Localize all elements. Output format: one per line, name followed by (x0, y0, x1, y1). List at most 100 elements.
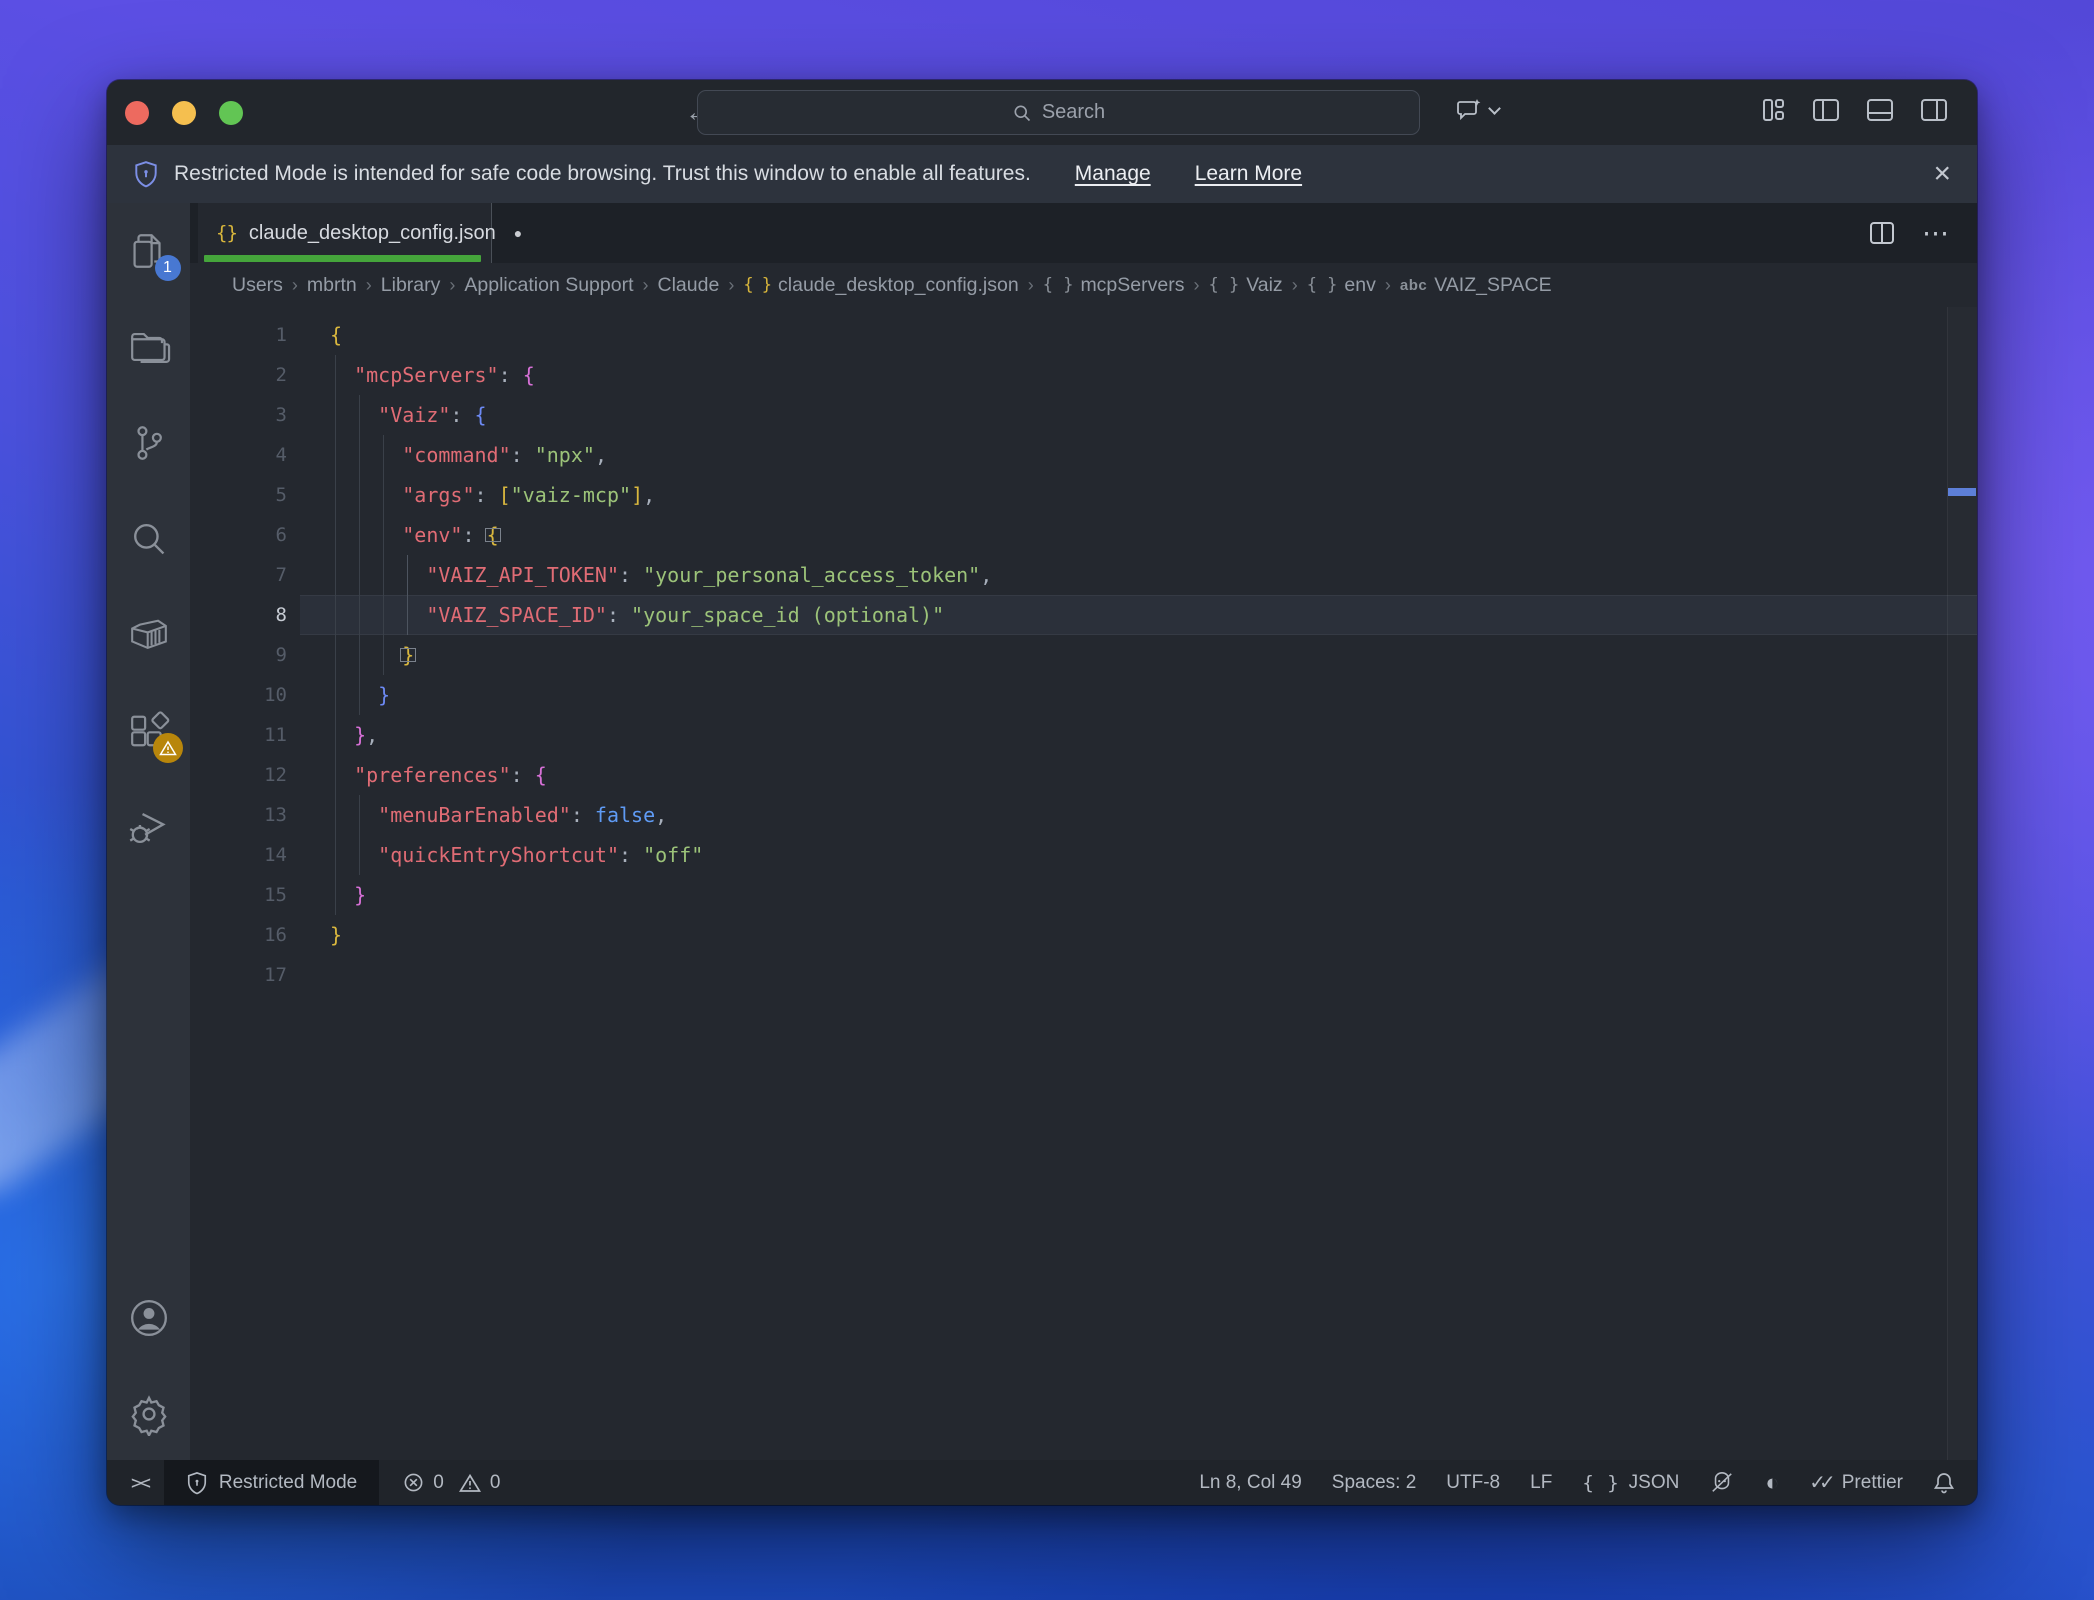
breadcrumb-item[interactable]: abcVAIZ_SPACE (1400, 274, 1552, 297)
breadcrumb-item[interactable]: Claude (658, 274, 720, 297)
eol-status[interactable]: LF (1530, 1472, 1552, 1494)
breadcrumb-separator: › (366, 275, 372, 296)
minimize-window-button[interactable] (172, 101, 196, 125)
line-number[interactable]: 7 (190, 555, 287, 595)
sidebar-item-folder[interactable] (123, 321, 175, 373)
code-line[interactable]: 2 "mcpServers": { (190, 355, 1977, 395)
line-number[interactable]: 9 (190, 635, 287, 675)
search-input[interactable]: Search (697, 90, 1420, 135)
sidebar-item-source-control[interactable] (123, 417, 175, 469)
manage-link[interactable]: Manage (1075, 162, 1151, 186)
breadcrumb-separator: › (1028, 275, 1034, 296)
language-mode-status[interactable]: { } JSON (1582, 1472, 1679, 1494)
sidebar-item-run-debug[interactable] (123, 801, 175, 853)
sidebar-item-containers[interactable] (123, 609, 175, 661)
line-number[interactable]: 13 (190, 795, 287, 835)
sidebar-item-search[interactable] (123, 513, 175, 565)
code-line[interactable]: 9 } (190, 635, 1977, 675)
problems-status[interactable]: 0 0 (379, 1472, 500, 1494)
editor[interactable]: 1{2 "mcpServers": {3 "Vaiz": {4 "command… (190, 307, 1977, 1460)
line-number[interactable]: 6 (190, 515, 287, 555)
object-symbol-icon: { } (1043, 275, 1074, 295)
breadcrumb-item[interactable]: Library (381, 274, 441, 297)
line-number[interactable]: 10 (190, 675, 287, 715)
encoding-status[interactable]: UTF-8 (1446, 1472, 1500, 1494)
folder-icon (127, 327, 171, 367)
overview-cursor-mark (1948, 488, 1976, 496)
code-line[interactable]: 14 "quickEntryShortcut": "off" (190, 835, 1977, 875)
code-line[interactable]: 8 "VAIZ_SPACE_ID": "your_space_id (optio… (190, 595, 1977, 635)
restricted-mode-status[interactable]: Restricted Mode (164, 1460, 379, 1505)
sidebar-item-account[interactable] (123, 1292, 175, 1344)
customize-layout-icon[interactable] (1759, 96, 1787, 124)
object-symbol-icon: { } (1208, 275, 1239, 295)
code-text: } (330, 915, 342, 955)
breadcrumb-separator: › (728, 275, 734, 296)
line-number[interactable]: 14 (190, 835, 287, 875)
code-line[interactable]: 12 "preferences": { (190, 755, 1977, 795)
code-line[interactable]: 1{ (190, 315, 1977, 355)
sidebar-item-explorer[interactable]: 1 (123, 225, 175, 277)
code-line[interactable]: 13 "menuBarEnabled": false, (190, 795, 1977, 835)
json-file-icon: {} (216, 222, 237, 244)
indentation-status[interactable]: Spaces: 2 (1332, 1472, 1417, 1494)
account-icon (127, 1296, 171, 1340)
close-window-button[interactable] (125, 101, 149, 125)
line-number[interactable]: 3 (190, 395, 287, 435)
code-line[interactable]: 4 "command": "npx", (190, 435, 1977, 475)
breadcrumb-item[interactable]: mbrtn (307, 274, 357, 297)
code-line[interactable]: 10 } (190, 675, 1977, 715)
cursor-position-status[interactable]: Ln 8, Col 49 (1199, 1472, 1301, 1494)
remote-indicator-icon[interactable]: >< (129, 1472, 164, 1494)
notifications-bell-icon[interactable] (1933, 1471, 1955, 1495)
line-number[interactable]: 4 (190, 435, 287, 475)
breadcrumb-label: Users (232, 274, 283, 297)
learn-more-link[interactable]: Learn More (1195, 162, 1302, 186)
sidebar-item-settings[interactable] (123, 1388, 175, 1440)
toggle-panel-icon[interactable] (1865, 96, 1895, 124)
breadcrumb-label: env (1344, 274, 1375, 297)
code-line[interactable]: 11 }, (190, 715, 1977, 755)
line-number[interactable]: 11 (190, 715, 287, 755)
breadcrumb-item[interactable]: Users (232, 274, 283, 297)
chat-toggle-button[interactable] (1455, 96, 1499, 124)
breadcrumb-item[interactable]: { }env (1307, 274, 1376, 297)
breadcrumb-item[interactable]: { }mcpServers (1043, 274, 1185, 297)
code-line[interactable]: 6 "env": { (190, 515, 1977, 555)
line-number[interactable]: 8 (190, 595, 287, 635)
zoom-window-button[interactable] (219, 101, 243, 125)
breadcrumb-item[interactable]: Application Support (464, 274, 633, 297)
banner-close-icon[interactable]: × (1933, 159, 1951, 189)
errors-count: 0 (433, 1472, 444, 1494)
toggle-secondary-sidebar-icon[interactable] (1919, 96, 1949, 124)
code-text: } (330, 675, 390, 715)
contrast-toggle-icon[interactable]: ◐ (1765, 1471, 1779, 1494)
line-number[interactable]: 15 (190, 875, 287, 915)
breadcrumb-item[interactable]: { }claude_desktop_config.json (743, 274, 1018, 297)
line-number[interactable]: 12 (190, 755, 287, 795)
line-number[interactable]: 17 (190, 955, 287, 995)
line-number[interactable]: 1 (190, 315, 287, 355)
copilot-disabled-icon[interactable] (1709, 1471, 1735, 1495)
breadcrumb-separator: › (1193, 275, 1199, 296)
breadcrumb-label: Library (381, 274, 441, 297)
code-line[interactable]: 17 (190, 955, 1977, 995)
json-file-icon: { } (743, 275, 771, 295)
warning-icon (159, 740, 177, 756)
formatter-status[interactable]: ✓✓ Prettier (1809, 1470, 1903, 1495)
more-actions-icon[interactable]: ⋯ (1922, 218, 1951, 249)
code-line[interactable]: 15 } (190, 875, 1977, 915)
breadcrumb-item[interactable]: { }Vaiz (1208, 274, 1282, 297)
line-number[interactable]: 5 (190, 475, 287, 515)
string-symbol-icon: abc (1400, 277, 1427, 294)
code-line[interactable]: 16} (190, 915, 1977, 955)
code-line[interactable]: 5 "args": ["vaiz-mcp"], (190, 475, 1977, 515)
line-number[interactable]: 16 (190, 915, 287, 955)
sidebar-item-extensions[interactable] (123, 705, 175, 757)
code-line[interactable]: 3 "Vaiz": { (190, 395, 1977, 435)
toggle-primary-sidebar-icon[interactable] (1811, 96, 1841, 124)
code-line[interactable]: 7 "VAIZ_API_TOKEN": "your_personal_acces… (190, 555, 1977, 595)
split-editor-icon[interactable] (1868, 220, 1896, 246)
line-number[interactable]: 2 (190, 355, 287, 395)
tab-claude-desktop-config[interactable]: {} claude_desktop_config.json ● (198, 203, 492, 263)
